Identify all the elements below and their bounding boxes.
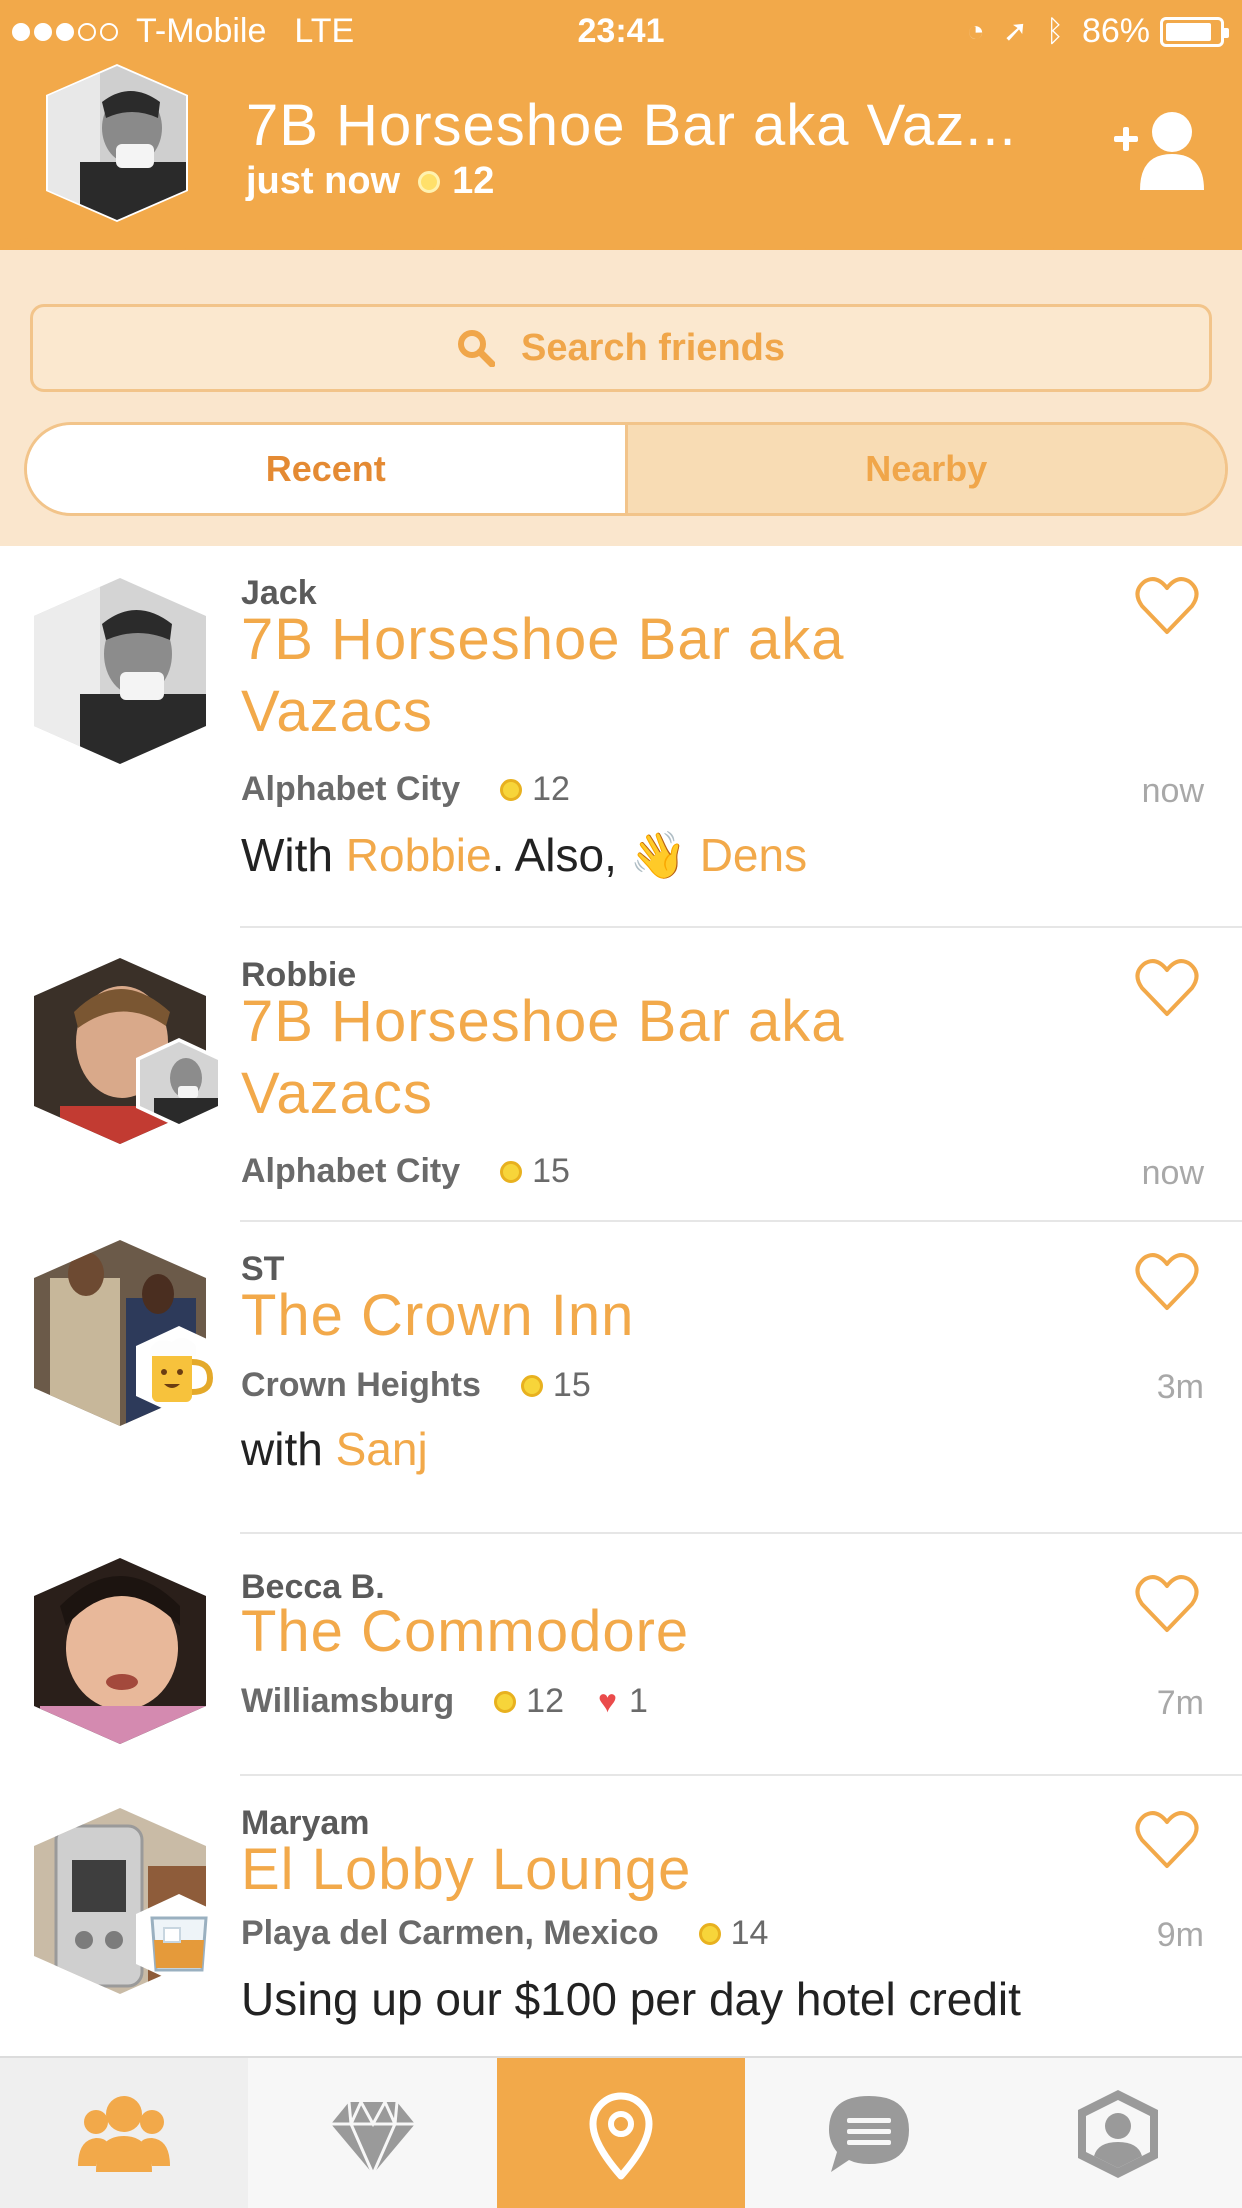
coin-count: 15 [532,1152,570,1190]
messages-icon [829,2096,910,2172]
venue-name[interactable]: 7B Horseshoe Bar aka Vazacs [241,986,961,1130]
coin-icon [494,1690,517,1713]
mentioned-friend-link[interactable]: Sanj [336,1423,428,1475]
likes-heart-icon: ♥ [598,1683,617,1719]
header-venue-title[interactable]: 7B Horseshoe Bar aka Vaz... [246,92,1076,159]
battery-icon [1160,16,1229,47]
tab-profile[interactable] [994,2058,1242,2208]
checkin-feed: Jack 7B Horseshoe Bar aka Vazacs Alphabe… [0,546,1242,2056]
header-time: just now [246,160,401,202]
checkin-meta: Williamsburg 12 ♥ 1 [241,1682,648,1721]
likes-count: 1 [629,1682,648,1720]
venue-name[interactable]: El Lobby Lounge [241,1834,961,1906]
diamond-icon [330,2101,415,2175]
mentioned-friend-link[interactable]: Robbie [346,829,492,881]
companion-avatar[interactable] [134,1038,224,1128]
checkin-note: with Sanj [241,1422,428,1476]
venue-line: Vazacs [241,1061,433,1126]
avatar[interactable] [30,1556,210,1746]
friends-icon [78,2096,171,2172]
mentioned-friend-link[interactable]: Dens [687,829,807,881]
coin-icon [520,1374,543,1397]
checkin-meta: Crown Heights 15 [241,1366,591,1405]
current-user-avatar[interactable] [40,62,194,224]
tab-bar [0,2056,1242,2208]
coin-icon [698,1922,721,1945]
tab-check-in[interactable] [496,2058,746,2208]
segmented-control: Recent Nearby [24,422,1228,516]
list-item[interactable]: Jack 7B Horseshoe Bar aka Vazacs Alphabe… [0,546,1242,928]
checkin-time: 7m [1156,1684,1204,1722]
checkin-note: With Robbie. Also, 👋 Dens [241,828,807,883]
checkin-time: 3m [1156,1368,1204,1406]
coin-count: 14 [730,1914,769,1952]
like-heart-icon[interactable] [1134,1810,1200,1870]
header-coin-count: 12 [452,160,495,202]
tab-friends[interactable] [0,2058,249,2208]
coin-icon [500,778,523,801]
note-text: With [241,829,346,881]
beer-mug-icon [136,1326,222,1416]
note-text: with [241,1423,336,1475]
venue-name[interactable]: The Crown Inn [241,1280,961,1352]
controls-panel: Search friends Recent Nearby [0,250,1242,546]
coin-icon [418,170,441,193]
battery-percent: 86% [1081,12,1150,50]
venue-line: 7B Horseshoe Bar aka [241,989,845,1054]
coin-count: 15 [552,1366,591,1404]
avatar[interactable] [30,576,210,766]
checkin-note: Using up our $100 per day hotel credit [241,1973,1021,2025]
list-item[interactable]: Maryam El Lobby Lounge Playa del Carmen,… [0,1776,1242,2056]
like-heart-icon[interactable] [1134,1252,1200,1312]
coin-count: 12 [526,1682,564,1720]
checkin-meta: Alphabet City 12 [241,770,570,809]
neighborhood: Playa del Carmen, Mexico [241,1914,659,1952]
list-item[interactable]: Becca B. The Commodore Williamsburg 12 ♥… [0,1534,1242,1776]
add-friend-icon[interactable] [1110,108,1206,192]
checkin-time: 9m [1156,1916,1204,1954]
like-heart-icon[interactable] [1134,576,1200,636]
location-arrow-icon: ➚ [1002,15,1028,48]
wave-emoji-icon: 👋 [629,829,687,881]
tab-recent[interactable]: Recent [27,425,625,513]
search-icon [458,330,495,367]
checkin-time: now [1141,1154,1204,1192]
search-placeholder: Search friends [521,326,785,369]
tab-messages[interactable] [745,2058,993,2208]
coin-icon [500,1160,523,1183]
venue-line: Vazacs [241,679,433,744]
note-text: . Also, [491,829,630,881]
venue-name[interactable]: The Commodore [241,1596,961,1668]
search-input[interactable]: Search friends [30,304,1212,392]
like-heart-icon[interactable] [1134,1574,1200,1634]
checkin-meta: Playa del Carmen, Mexico 14 [241,1914,768,1953]
list-item[interactable]: Robbie 7B Horseshoe Bar aka Vazacs Alpha… [0,928,1242,1192]
neighborhood: Alphabet City [241,1152,461,1190]
whiskey-glass-icon [136,1894,222,1984]
profile-icon [1077,2090,1158,2178]
neighborhood: Alphabet City [241,770,461,808]
like-heart-icon[interactable] [1134,958,1200,1018]
tab-rewards[interactable] [248,2058,496,2208]
header-subtitle: just now 12 [246,160,494,203]
checkin-time: now [1141,772,1204,810]
list-item[interactable]: ST The Crown Inn Crown Heights 15 3m wit… [0,1222,1242,1534]
rotation-lock-icon: ◔ [966,14,985,48]
status-bar: T-Mobile LTE 23:41 ◔ ➚ ᛒ 86% [0,0,1242,62]
checkin-meta: Alphabet City 15 [241,1152,570,1191]
neighborhood: Williamsburg [241,1682,455,1720]
coin-count: 12 [532,770,570,808]
neighborhood: Crown Heights [241,1366,481,1404]
header: T-Mobile LTE 23:41 ◔ ➚ ᛒ 86% 7B Horsesho… [0,0,1242,250]
check-in-icon [589,2092,653,2180]
venue-line: 7B Horseshoe Bar aka [241,607,845,672]
bluetooth-icon: ᛒ [1045,14,1064,48]
venue-name[interactable]: 7B Horseshoe Bar aka Vazacs [241,604,961,748]
tab-nearby[interactable]: Nearby [624,425,1225,513]
